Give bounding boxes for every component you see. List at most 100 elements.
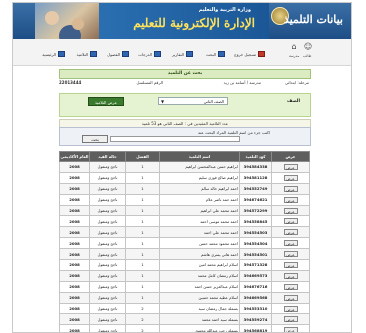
- table-row: 2008ناجح ومنقول1احمد هاني يسري هاشم39455…: [60, 249, 310, 260]
- table-row: 2008ناجح ومنقول2بسملة جمال رمضان سيد3945…: [60, 303, 310, 314]
- toolbar-label: البحث: [206, 52, 216, 57]
- cell-name: اسلام رمضان كامل محمد: [160, 270, 240, 281]
- cell-status: ناجح ومنقول: [90, 314, 126, 325]
- table-row: 2008ناجح ومنقول1اسلام ابراهيم محمد امين3…: [60, 260, 310, 271]
- cell-status: ناجح ومنقول: [90, 172, 126, 183]
- cell-name: بسملة جمال رمضان سيد: [160, 303, 240, 314]
- view-student-button[interactable]: عرض: [284, 175, 298, 181]
- students-table: العام الأكاديمي حالة القيد الفصل اسم الت…: [59, 151, 310, 333]
- cell-id: 394568819: [240, 325, 272, 333]
- toolbar-button-reports[interactable]: التقارير: [163, 50, 193, 58]
- school-stage: مرحلة: ابتدائي: [285, 80, 309, 85]
- view-student-button[interactable]: عرض: [284, 164, 298, 170]
- cell-year: 2008: [60, 270, 90, 281]
- cell-status: ناجح ومنقول: [90, 292, 126, 303]
- elearning-title: الإدارة الإلكترونية للتعليم: [133, 16, 255, 30]
- view-student-button[interactable]: عرض: [284, 197, 298, 203]
- search-input[interactable]: [110, 136, 240, 142]
- view-student-button[interactable]: عرض: [284, 262, 298, 268]
- col-header-name: اسم التلميذ: [160, 152, 240, 162]
- cell-status: ناجح ومنقول: [90, 227, 126, 238]
- cell-name: احمد محمد علي احمد: [160, 227, 240, 238]
- classes-icon: [122, 51, 129, 57]
- school-info-row: مرحلة: ابتدائي مدرسة / أسامة بن زيد الرق…: [59, 80, 309, 87]
- view-student-button[interactable]: عرض: [284, 240, 298, 246]
- view-student-button[interactable]: عرض: [284, 273, 298, 279]
- view-student-button[interactable]: عرض: [284, 316, 298, 322]
- cell-view: عرض: [272, 292, 310, 303]
- cell-name: احمد محمد علي ابراهيم: [160, 205, 240, 216]
- view-student-button[interactable]: عرض: [284, 327, 298, 333]
- cell-name: بسملة رجب عبدالله محمود: [160, 325, 240, 333]
- table-row: 2008ناجح ومنقول1اسلام عطية محمد حسين3946…: [60, 292, 310, 303]
- cell-class: 1: [126, 172, 160, 183]
- cell-view: عرض: [272, 238, 310, 249]
- cell-status: ناجح ومنقول: [90, 216, 126, 227]
- cell-status: ناجح ومنقول: [90, 194, 126, 205]
- view-student-button[interactable]: عرض: [284, 295, 298, 301]
- table-row: 2008ناجح ومنقول2بسملة رجب عبدالله محمود3…: [60, 325, 310, 333]
- toolbar-button-logout[interactable]: تسجيل خروج: [227, 50, 265, 58]
- table-row: 2008ناجح ومنقول1احمد محمد علي احمد394554…: [60, 227, 310, 238]
- cell-year: 2008: [60, 172, 90, 183]
- grade-label: الصف: [287, 99, 300, 104]
- ministry-name: وزارة التربية والتعليم: [199, 7, 251, 13]
- grade-select[interactable]: ▼ الصف الثاني: [158, 97, 228, 105]
- search-icon: [218, 51, 225, 57]
- toolbar-button-search[interactable]: البحث: [195, 50, 225, 58]
- toolbar-label: الرئيسية: [42, 52, 56, 57]
- cell-id: 394571328: [240, 260, 272, 271]
- cell-year: 2008: [60, 314, 90, 325]
- cell-year: 2008: [60, 162, 90, 173]
- toolbar-button-students[interactable]: التلاميذ: [67, 50, 97, 58]
- cell-id: 394553310: [240, 303, 272, 314]
- chevron-down-icon: ▼: [161, 98, 164, 106]
- cell-name: احمد ابراهيم خالد سالم: [160, 183, 240, 194]
- toolbar-button-home[interactable]: الرئيسية: [35, 50, 65, 58]
- view-student-button[interactable]: عرض: [284, 306, 298, 312]
- cell-class: 1: [126, 194, 160, 205]
- school-icon[interactable]: ⌂: [289, 42, 299, 52]
- cell-view: عرض: [272, 260, 310, 271]
- cell-view: عرض: [272, 270, 310, 281]
- app-frame: وزارة التربية والتعليم الإدارة الإلكترون…: [12, 2, 352, 333]
- view-student-button[interactable]: عرض: [284, 218, 298, 224]
- cell-id: 394581128: [240, 172, 272, 183]
- toolbar-button-classes[interactable]: الفصول: [99, 50, 129, 58]
- student-link-label: طالب: [303, 54, 311, 58]
- show-students-button[interactable]: عرض التلاميذ: [88, 97, 124, 106]
- cell-name: احمد محمد موسى احمد: [160, 216, 240, 227]
- table-row: 2008ناجح ومنقول1ابراهيم حسن عبدالمحسن اب…: [60, 162, 310, 173]
- search-prompt: اكتب جزء من اسم التلميذ المراد البحث عنه: [198, 130, 270, 135]
- cell-view: عرض: [272, 314, 310, 325]
- cell-view: عرض: [272, 281, 310, 292]
- cell-status: ناجح ومنقول: [90, 205, 126, 216]
- user-icon[interactable]: ☺: [303, 42, 313, 52]
- view-student-button[interactable]: عرض: [284, 229, 298, 235]
- cell-id: 394676716: [240, 281, 272, 292]
- view-student-button[interactable]: عرض: [284, 186, 298, 192]
- table-row: 2008ناجح ومنقول2بسملة سيد احمد محمد39455…: [60, 314, 310, 325]
- cell-name: بسملة سيد احمد محمد: [160, 314, 240, 325]
- cell-class: 2: [126, 303, 160, 314]
- cell-class: 1: [126, 238, 160, 249]
- view-student-button[interactable]: عرض: [284, 284, 298, 290]
- toolbar-button-grades[interactable]: الدرجات: [131, 50, 161, 58]
- cell-id: 394674621: [240, 194, 272, 205]
- cell-status: ناجح ومنقول: [90, 281, 126, 292]
- students-table-body: 2008ناجح ومنقول1ابراهيم حسن عبدالمحسن اب…: [60, 162, 310, 333]
- view-student-button[interactable]: عرض: [284, 251, 298, 257]
- cell-status: ناجح ومنقول: [90, 183, 126, 194]
- cell-id: 394558845: [240, 216, 272, 227]
- cell-class: 1: [126, 205, 160, 216]
- cell-view: عرض: [272, 172, 310, 183]
- cell-id: 394669573: [240, 270, 272, 281]
- cell-id: 394572299: [240, 205, 272, 216]
- view-student-button[interactable]: عرض: [284, 208, 298, 214]
- grade-filter-panel: الصف ▼ الصف الثاني عرض التلاميذ: [59, 93, 311, 117]
- table-row: 2008ناجح ومنقول1احمد محمد موسى احمد39455…: [60, 216, 310, 227]
- col-header-status: حالة القيد: [90, 152, 126, 162]
- col-header-view: عرض: [272, 152, 310, 162]
- search-button[interactable]: بحث: [82, 135, 108, 143]
- cell-class: 1: [126, 216, 160, 227]
